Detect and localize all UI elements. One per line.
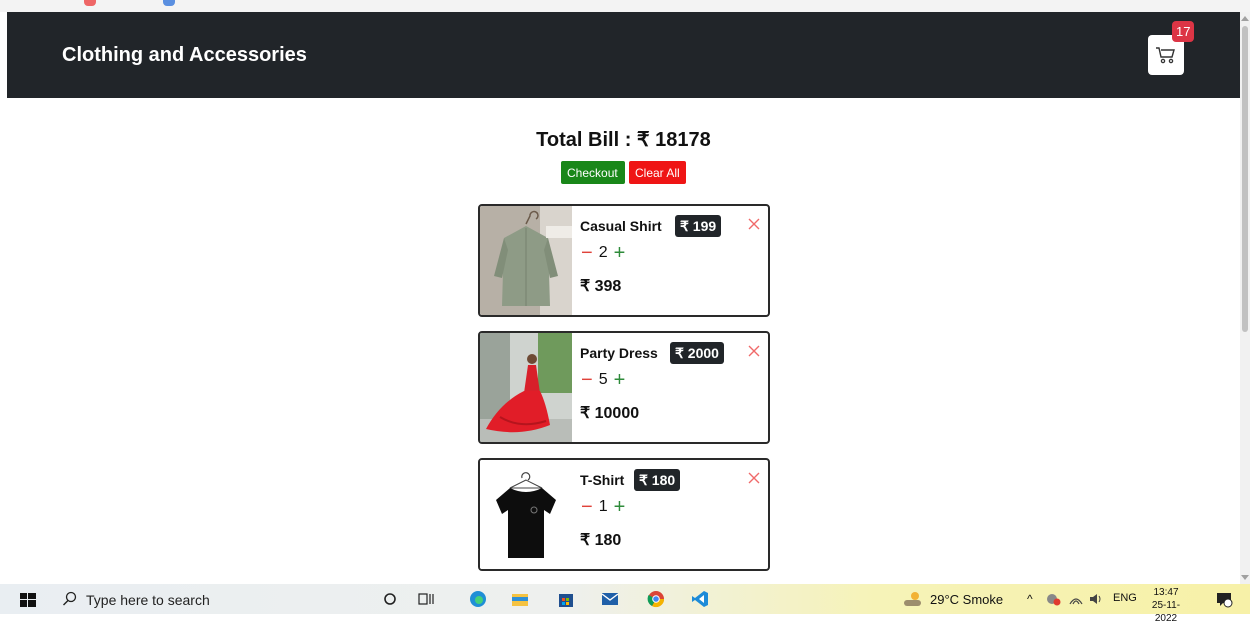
decrease-quantity-button[interactable]: − [581, 243, 593, 263]
unit-price-badge: ₹ 2000 [670, 342, 724, 364]
item-name: Party Dress [580, 345, 658, 361]
clock-date: 25-11-2022 [1151, 600, 1181, 624]
taskbar: Type here to search 29°C Smoke ^ ENG 13:… [0, 584, 1250, 624]
volume-icon[interactable] [1086, 589, 1106, 609]
decrease-quantity-button[interactable]: − [581, 370, 593, 390]
quantity-control: − 1 + [581, 497, 626, 517]
cart-icon [1156, 47, 1175, 64]
decrease-quantity-button[interactable]: − [581, 497, 593, 517]
scroll-down-arrow[interactable] [1241, 575, 1249, 580]
browser-top-strip [0, 0, 1250, 12]
item-subtotal: ₹ 180 [580, 532, 622, 549]
clock-time: 13:47 [1153, 587, 1179, 598]
cart-item: Party Dress ₹ 2000 − 5 + ₹ 10000 [478, 331, 770, 444]
language-indicator[interactable]: ENG [1113, 592, 1137, 604]
store-icon[interactable] [556, 589, 576, 609]
weather-icon[interactable] [903, 589, 923, 609]
quantity-value: 1 [598, 498, 608, 515]
scroll-thumb[interactable] [1242, 26, 1248, 332]
item-subtotal: ₹ 398 [580, 278, 622, 295]
cart-count-badge: 17 [1172, 21, 1195, 42]
taskbar-search[interactable]: Type here to search [52, 586, 362, 612]
file-explorer-icon[interactable] [510, 589, 530, 609]
system-clock[interactable]: 13:47 25-11-2022 [1145, 586, 1187, 625]
product-image [480, 460, 572, 569]
item-name: Casual Shirt [580, 218, 662, 234]
increase-quantity-button[interactable]: + [614, 497, 626, 517]
cortana-icon[interactable] [380, 589, 400, 609]
item-name: T-Shirt [580, 472, 625, 488]
cart-item: Casual Shirt ₹ 199 − 2 + ₹ 398 [478, 204, 770, 317]
search-icon [63, 591, 77, 606]
page-scrollbar[interactable] [1240, 12, 1250, 584]
mail-icon[interactable] [600, 589, 620, 609]
product-image [480, 206, 572, 315]
network-warning-icon[interactable] [1044, 589, 1064, 609]
increase-quantity-button[interactable]: + [614, 370, 626, 390]
remove-item-icon[interactable] [746, 343, 762, 359]
unit-price-badge: ₹ 199 [675, 215, 722, 237]
quantity-control: − 5 + [581, 370, 626, 390]
remove-item-icon[interactable] [746, 216, 762, 232]
unit-price-badge: ₹ 180 [634, 469, 681, 491]
increase-quantity-button[interactable]: + [614, 243, 626, 263]
wifi-icon[interactable] [1066, 589, 1086, 609]
quantity-control: − 2 + [581, 243, 626, 263]
cart-actions: Checkout Clear All [561, 161, 686, 184]
task-view-icon[interactable] [416, 589, 436, 609]
scroll-up-arrow[interactable] [1241, 16, 1249, 21]
vscode-icon[interactable] [690, 589, 710, 609]
checkout-button[interactable]: Checkout [561, 161, 625, 184]
edge-icon[interactable] [468, 589, 488, 609]
clear-all-button[interactable]: Clear All [629, 161, 686, 184]
cart-item: T-Shirt ₹ 180 − 1 + ₹ 180 [478, 458, 770, 571]
navbar: Clothing and Accessories 17 [7, 12, 1240, 98]
tab-icon [84, 0, 96, 6]
chevron-up-icon[interactable]: ^ [1027, 592, 1033, 606]
item-subtotal: ₹ 10000 [580, 405, 640, 422]
chrome-icon[interactable] [646, 589, 666, 609]
windows-start-icon[interactable] [20, 593, 36, 607]
remove-item-icon[interactable] [746, 470, 762, 486]
search-placeholder: Type here to search [86, 592, 210, 608]
quantity-value: 5 [598, 371, 608, 388]
notifications-icon[interactable] [1214, 589, 1234, 609]
quantity-value: 2 [598, 244, 608, 261]
weather-text: 29°C Smoke [930, 592, 1004, 607]
tab-icon [163, 0, 175, 6]
total-bill: Total Bill : ₹ 18178 [536, 129, 711, 151]
brand-title: Clothing and Accessories [62, 44, 307, 66]
product-image [480, 333, 572, 442]
